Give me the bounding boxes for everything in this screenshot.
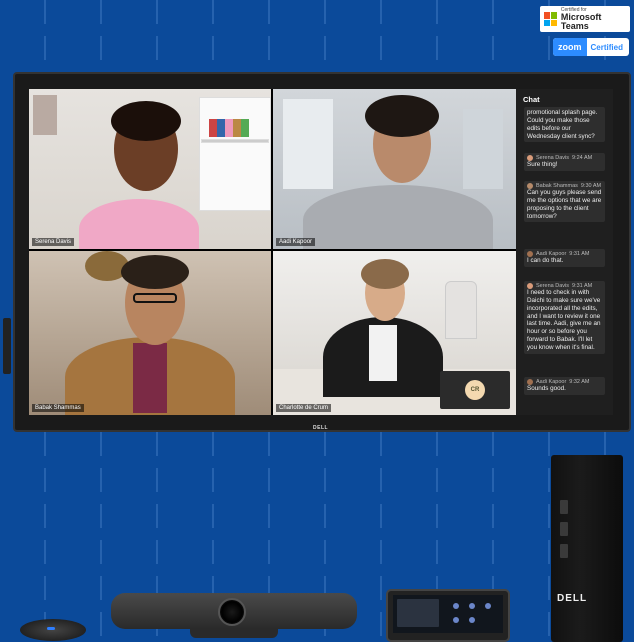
participant-name: Babak Shammas bbox=[32, 404, 84, 412]
chat-message: promotional splash page. Could you make … bbox=[524, 107, 605, 143]
message-text: Sounds good. bbox=[527, 385, 566, 392]
chat-message: Babak Shammas 9:30 AM Can you guys please… bbox=[524, 181, 605, 223]
self-view-avatar: CR bbox=[465, 380, 485, 400]
message-time: 9:32 AM bbox=[569, 379, 590, 385]
chat-message: Serena Davis 9:31 AM I need to check in w… bbox=[524, 281, 605, 354]
chat-message: Aadi Kapoor 9:32 AM Sounds good. bbox=[524, 377, 605, 395]
video-tile-babak[interactable]: Babak Shammas bbox=[29, 251, 271, 415]
participant-name: Serena Davis bbox=[32, 238, 75, 246]
touch-controller-screen bbox=[393, 595, 503, 633]
zoom-certified-badge: zoom Certified bbox=[553, 38, 629, 56]
chat-message: Serena Davis 9:24 AM Sure thing! bbox=[524, 153, 605, 171]
camera-stand bbox=[190, 628, 278, 638]
pc-dell-logo: DELL bbox=[557, 593, 588, 604]
zoom-logo: zoom bbox=[553, 38, 587, 56]
zoom-certified-label: Certified bbox=[590, 42, 623, 52]
video-meeting-screen: Serena Davis Aadi Kapoor Babak Shammas C… bbox=[29, 89, 613, 415]
teams-badge-title: Microsoft Teams bbox=[560, 11, 602, 31]
message-time: 9:24 AM bbox=[572, 155, 593, 161]
monitor-side-control bbox=[3, 318, 11, 374]
message-text: Can you guys please send me the options … bbox=[527, 189, 602, 220]
message-time: 9:31 AM bbox=[569, 251, 590, 257]
video-tile-aadi[interactable]: Aadi Kapoor bbox=[273, 89, 516, 249]
video-tile-serena[interactable]: Serena Davis bbox=[29, 89, 271, 249]
microsoft-logo-icon bbox=[544, 12, 557, 26]
message-text: Sure thing! bbox=[527, 161, 558, 168]
participant-name: Charlotte de Crum bbox=[276, 404, 332, 412]
participant-name: Aadi Kapoor bbox=[276, 238, 316, 246]
camera-lens-icon bbox=[218, 598, 246, 626]
message-text: promotional splash page. Could you make … bbox=[527, 109, 598, 140]
monitor-dell-logo: DELL bbox=[313, 425, 329, 431]
speakerphone-device bbox=[20, 619, 86, 641]
microsoft-teams-certified-badge: Certified for Microsoft Teams bbox=[540, 6, 630, 32]
self-view-tile[interactable]: CR bbox=[440, 371, 510, 409]
video-tile-charlotte[interactable]: CR Charlotte de Crum bbox=[273, 251, 516, 415]
chat-message: Aadi Kapoor 9:31 AM I can do that. bbox=[524, 249, 605, 267]
chat-panel: Chat promotional splash page. Could you … bbox=[516, 89, 613, 415]
speakerphone-led bbox=[47, 627, 55, 630]
message-text: I need to check in with Daichi to make s… bbox=[527, 289, 601, 352]
message-text: I can do that. bbox=[527, 257, 564, 264]
